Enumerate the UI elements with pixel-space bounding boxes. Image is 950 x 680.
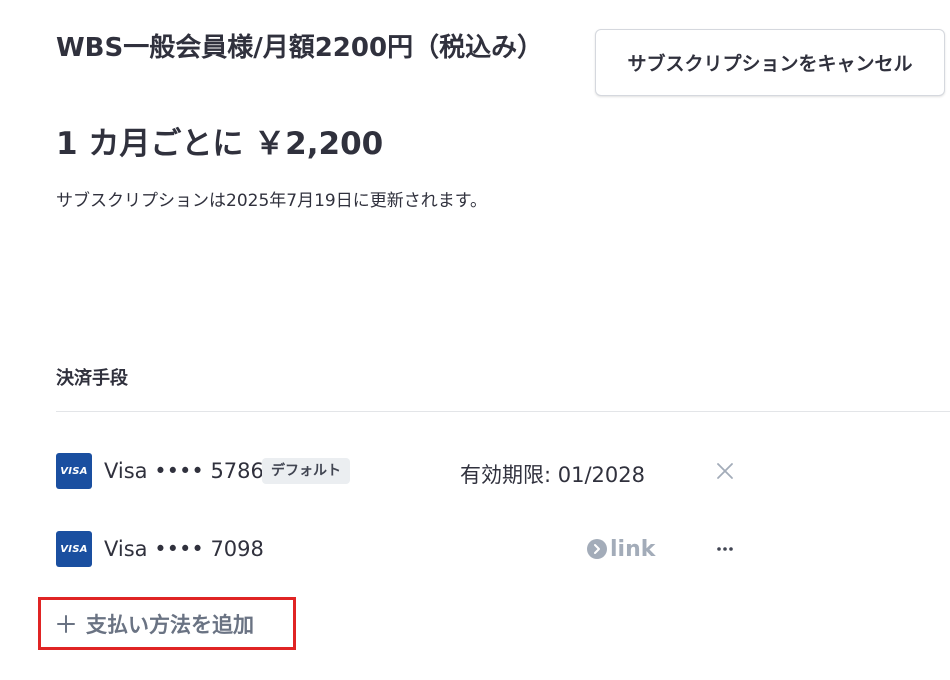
visa-card-icon: VISA xyxy=(56,531,92,567)
payment-method-row[interactable]: VISA Visa •••• 5786 デフォルト 有効期限: 01/2028 xyxy=(56,451,756,491)
close-icon[interactable] xyxy=(713,459,737,483)
plus-icon xyxy=(56,614,76,634)
renewal-notice: サブスクリプションは2025年7月19日に更新されます。 xyxy=(56,191,488,211)
default-badge: デフォルト xyxy=(262,458,350,484)
payment-methods-heading: 決済手段 xyxy=(56,368,128,389)
cancel-subscription-button[interactable]: サブスクリプションをキャンセル xyxy=(595,29,945,96)
card-expiry: 有効期限: 01/2028 xyxy=(460,463,645,487)
card-label: Visa •••• 5786 xyxy=(104,459,264,483)
card-label: Visa •••• 7098 xyxy=(104,537,264,561)
plan-title: WBS一般会員様/月額2200円（税込み） xyxy=(56,33,544,63)
link-logo-text: link xyxy=(610,536,656,562)
add-payment-method-button[interactable]: 支払い方法を追加 xyxy=(38,597,296,650)
link-logo: link xyxy=(587,535,655,563)
chevron-right-icon xyxy=(587,539,607,559)
add-payment-method-label: 支払い方法を追加 xyxy=(86,612,254,637)
section-divider xyxy=(56,411,950,412)
plan-price: 1 カ月ごとに ￥2,200 xyxy=(56,126,384,162)
more-icon[interactable] xyxy=(712,537,738,561)
visa-card-icon: VISA xyxy=(56,453,92,489)
payment-method-row[interactable]: VISA Visa •••• 7098 link xyxy=(56,529,756,569)
